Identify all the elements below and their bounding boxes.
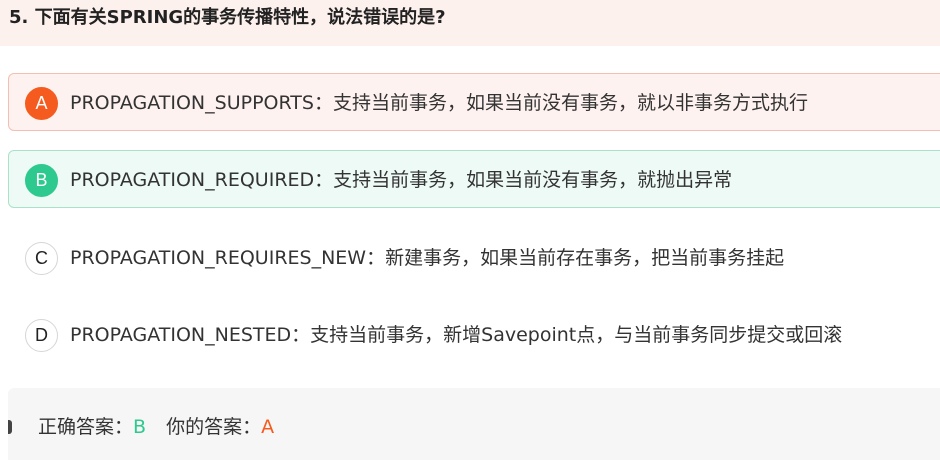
your-answer-label: 你的答案： [166,416,262,438]
option-b-badge: B [25,164,58,197]
option-c-text: PROPAGATION_REQUIRES_NEW：新建事务，如果当前存在事务，把… [70,247,785,269]
option-b[interactable]: B PROPAGATION_REQUIRED：支持当前事务，如果当前没有事务，就… [8,150,940,208]
option-c[interactable]: C PROPAGATION_REQUIRES_NEW：新建事务，如果当前存在事务… [8,228,940,286]
correct-answer-label: 正确答案： [38,416,134,438]
option-a-badge: A [25,87,58,120]
answer-marker [8,420,12,434]
correct-answer-value: B [133,416,147,438]
option-a[interactable]: A PROPAGATION_SUPPORTS：支持当前事务，如果当前没有事务，就… [8,73,940,131]
quiz-question-page: 5. 下面有关SPRING的事务传播特性，说法错误的是? A PROPAGATI… [0,0,940,460]
option-d-text: PROPAGATION_NESTED：支持当前事务，新增Savepoint点，与… [70,324,843,346]
option-d[interactable]: D PROPAGATION_NESTED：支持当前事务，新增Savepoint点… [8,305,940,363]
your-answer-value: A [261,416,275,438]
answer-line: 正确答案：B 你的答案：A [38,414,274,440]
option-a-text: PROPAGATION_SUPPORTS：支持当前事务，如果当前没有事务，就以非… [70,92,808,114]
answer-summary: 正确答案：B 你的答案：A [8,388,940,460]
question-header: 5. 下面有关SPRING的事务传播特性，说法错误的是? [0,0,940,46]
question-title: 5. 下面有关SPRING的事务传播特性，说法错误的是? [9,7,446,28]
option-d-badge: D [25,319,58,352]
option-c-badge: C [25,242,58,275]
option-b-text: PROPAGATION_REQUIRED：支持当前事务，如果当前没有事务，就抛出… [70,169,733,191]
